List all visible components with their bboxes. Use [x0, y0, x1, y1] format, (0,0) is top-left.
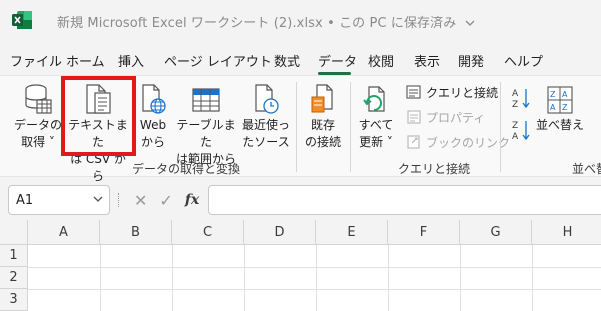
- gridline: [28, 267, 601, 268]
- gridline: [460, 245, 461, 311]
- sort-ascending-button[interactable]: A Z: [512, 88, 536, 109]
- sort-az-icon: A Z: [512, 89, 530, 109]
- get-data-label: データの 取得 ˅: [13, 118, 62, 149]
- group-label-get-transform: データの取得と変換: [132, 162, 241, 176]
- tab-review[interactable]: 校閲: [368, 51, 394, 70]
- gridline: [532, 245, 533, 311]
- svg-text:Z: Z: [550, 90, 556, 99]
- insert-function-icon[interactable]: fx: [185, 192, 199, 208]
- gridline: [316, 245, 317, 311]
- tab-insert[interactable]: 挿入: [118, 51, 144, 70]
- recent-sources-label: 最近使っ たソース: [241, 118, 290, 149]
- group-separator: [296, 82, 297, 172]
- gridline: [172, 245, 173, 311]
- column-header-c[interactable]: C: [172, 220, 244, 245]
- refresh-icon: [363, 86, 385, 112]
- tab-developer[interactable]: 開発: [458, 51, 484, 70]
- cancel-icon[interactable]: ✕: [134, 191, 147, 210]
- table-icon: [192, 88, 220, 112]
- svg-text:A: A: [512, 132, 519, 141]
- queries-connections-button[interactable]: クエリと接続: [406, 82, 498, 102]
- row-header-3[interactable]: 3: [0, 289, 28, 311]
- select-all-button[interactable]: [0, 220, 28, 245]
- from-web-button[interactable]: Web から: [136, 81, 170, 153]
- properties-button[interactable]: プロパティ: [406, 107, 485, 127]
- existing-connections-label: 既存 の接続: [304, 118, 341, 149]
- gridline: [100, 245, 101, 311]
- worksheet-grid: A B C D E F G H 1 2 3: [0, 220, 601, 311]
- properties-icon: [407, 110, 421, 124]
- chevron-down-icon[interactable]: [465, 19, 475, 27]
- tab-file[interactable]: ファイル: [10, 51, 62, 70]
- sort-icon: Z A A Z: [547, 86, 573, 114]
- group-separator: [350, 82, 351, 172]
- excel-icon: [12, 11, 32, 29]
- row-header-2[interactable]: 2: [0, 267, 28, 289]
- formula-bar: A1 ✕ ✓ fx: [0, 185, 601, 217]
- recent-file-icon: [255, 84, 279, 114]
- svg-text:Z: Z: [512, 100, 518, 109]
- group-label-queries: クエリと接続: [398, 162, 471, 176]
- properties-label: プロパティ: [426, 110, 486, 125]
- svg-text:A: A: [550, 103, 556, 112]
- window-title[interactable]: 新規 Microsoft Excel ワークシート (2).xlsx • この …: [57, 12, 475, 31]
- from-web-label: Web から: [139, 118, 167, 149]
- formula-input[interactable]: [208, 185, 601, 215]
- tab-page-layout[interactable]: ページ レイアウト: [164, 51, 272, 70]
- sort-button[interactable]: Z A A Z 並べ替え: [536, 81, 584, 153]
- gridline: [388, 245, 389, 311]
- sort-za-icon: Z A: [512, 121, 530, 141]
- column-header-d[interactable]: D: [244, 220, 316, 245]
- database-icon: [25, 84, 52, 114]
- svg-text:A: A: [562, 90, 568, 99]
- svg-text:Z: Z: [562, 103, 568, 112]
- edit-links-icon: [407, 135, 420, 149]
- chevron-down-icon[interactable]: [93, 195, 103, 203]
- web-page-icon: [142, 84, 166, 114]
- name-box-value: A1: [16, 193, 34, 208]
- sort-descending-button[interactable]: Z A: [512, 120, 536, 141]
- svg-text:Z: Z: [512, 121, 518, 131]
- existing-connections-icon: [311, 84, 333, 113]
- svg-text:A: A: [512, 89, 519, 99]
- edit-links-button[interactable]: ブックのリンク: [406, 132, 510, 152]
- refresh-all-button[interactable]: すべて 更新 ˅: [354, 81, 398, 153]
- name-box[interactable]: A1: [8, 185, 110, 215]
- tab-home[interactable]: ホーム: [66, 51, 105, 70]
- title-bar: 新規 Microsoft Excel ワークシート (2).xlsx • この …: [0, 0, 601, 40]
- formula-buttons: ✕ ✓ fx: [126, 185, 206, 215]
- queries-connections-icon: [406, 85, 421, 99]
- row-header-1[interactable]: 1: [0, 245, 28, 267]
- column-header-h[interactable]: H: [532, 220, 601, 245]
- get-data-button[interactable]: データの 取得 ˅: [12, 81, 64, 153]
- formula-bar-grip[interactable]: [118, 193, 120, 207]
- highlight-annotation: [61, 76, 136, 156]
- ribbon-tabs: ファイル ホーム 挿入 ページ レイアウト 数式 データ 校閲 表示 開発 ヘル…: [0, 46, 601, 75]
- column-header-a[interactable]: A: [28, 220, 100, 245]
- window-title-text: 新規 Microsoft Excel ワークシート (2).xlsx • この …: [57, 16, 457, 31]
- tab-data[interactable]: データ: [318, 51, 357, 70]
- gridline: [28, 289, 601, 290]
- queries-connections-label: クエリと接続: [426, 85, 499, 100]
- column-header-b[interactable]: B: [100, 220, 172, 245]
- tab-help[interactable]: ヘルプ: [504, 51, 543, 70]
- group-separator: [500, 82, 501, 172]
- column-header-f[interactable]: F: [388, 220, 460, 245]
- enter-icon[interactable]: ✓: [159, 191, 172, 210]
- sort-label: 並べ替え: [536, 118, 585, 132]
- existing-connections-button[interactable]: 既存 の接続: [300, 81, 346, 153]
- recent-sources-button[interactable]: 最近使っ たソース: [240, 81, 292, 153]
- edit-links-label: ブックのリンク: [426, 135, 511, 150]
- gridline: [244, 245, 245, 311]
- column-header-g[interactable]: G: [460, 220, 532, 245]
- refresh-all-label: すべて 更新 ˅: [358, 118, 394, 149]
- tab-view[interactable]: 表示: [414, 51, 440, 70]
- group-label-sort: 並べ替: [572, 162, 601, 176]
- column-header-e[interactable]: E: [316, 220, 388, 245]
- tab-formulas[interactable]: 数式: [274, 51, 300, 70]
- from-table-range-button[interactable]: テーブルまた は範囲から: [174, 81, 238, 166]
